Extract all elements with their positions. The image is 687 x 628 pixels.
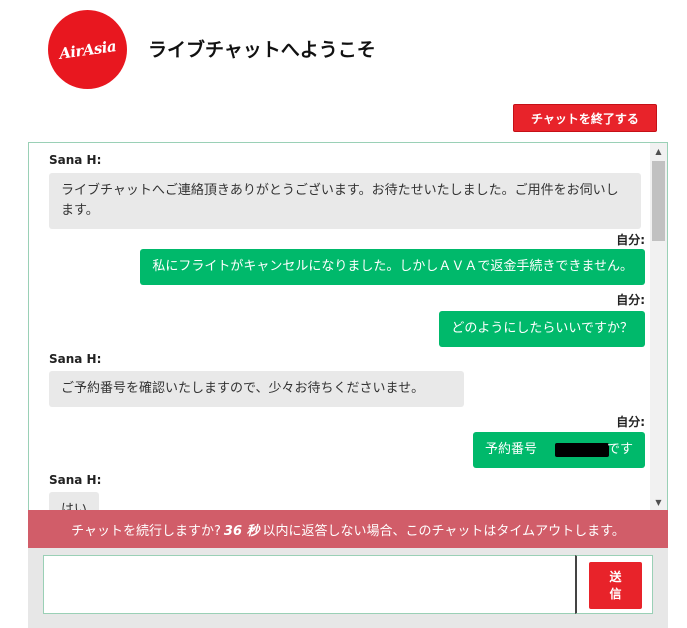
message-sender: 自分: — [616, 293, 645, 307]
my-message: どのようにしたらいいですか？ — [439, 311, 645, 347]
message-input[interactable] — [43, 555, 581, 614]
my-message: 私にフライトがキャンセルになりました。しかしＡＶＡで返金手続きできません。 — [140, 249, 645, 285]
chat-scrollbar[interactable]: ▲ ▼ — [650, 143, 667, 510]
message-sender: Sana H: — [49, 153, 102, 167]
scroll-down-arrow-icon[interactable]: ▼ — [650, 494, 667, 510]
chat-transcript[interactable]: Sana H: ライブチャットへご連絡頂きありがとうございます。お待たせいたしま… — [28, 142, 668, 510]
agent-message: ライブチャットへご連絡頂きありがとうございます。お待たせいたしました。ご用件をお… — [49, 173, 641, 229]
message-list: Sana H: ライブチャットへご連絡頂きありがとうございます。お待たせいたしま… — [29, 143, 651, 510]
send-button[interactable]: 送信 — [589, 562, 642, 609]
airasia-logo: AirAsia — [48, 10, 127, 89]
send-button-container: 送信 — [575, 555, 653, 614]
scroll-thumb[interactable] — [652, 161, 665, 241]
composer: 送信 — [28, 548, 668, 628]
header: AirAsia ライブチャットへようこそ — [0, 0, 687, 100]
redacted-booking-number — [554, 442, 609, 457]
agent-message: はい — [49, 492, 100, 510]
my-message: 予約番号 です — [472, 432, 645, 468]
timeout-prefix: チャットを続行しますか? — [71, 523, 221, 539]
message-sender: Sana H: — [49, 352, 102, 366]
message-sender: Sana H: — [49, 473, 102, 487]
message-text: です — [606, 442, 633, 457]
message-sender: 自分: — [616, 415, 645, 429]
agent-message: ご予約番号を確認いたしますので、少々お待ちくださいませ。 — [49, 371, 464, 407]
page-title: ライブチャットへようこそ — [148, 39, 376, 61]
timeout-warning: チャットを続行しますか? 36 秒 以内に返答しない場合、このチャットはタイムア… — [28, 510, 668, 548]
timeout-seconds: 36 秒 — [223, 523, 260, 539]
message-sender: 自分: — [616, 233, 645, 247]
message-text: 予約番号 — [484, 442, 537, 457]
scroll-up-arrow-icon[interactable]: ▲ — [650, 143, 667, 160]
logo-text: AirAsia — [57, 36, 118, 63]
timeout-suffix: 以内に返答しない場合、このチャットはタイムアウトします。 — [262, 523, 625, 539]
end-chat-button[interactable]: チャットを終了する — [513, 104, 657, 132]
